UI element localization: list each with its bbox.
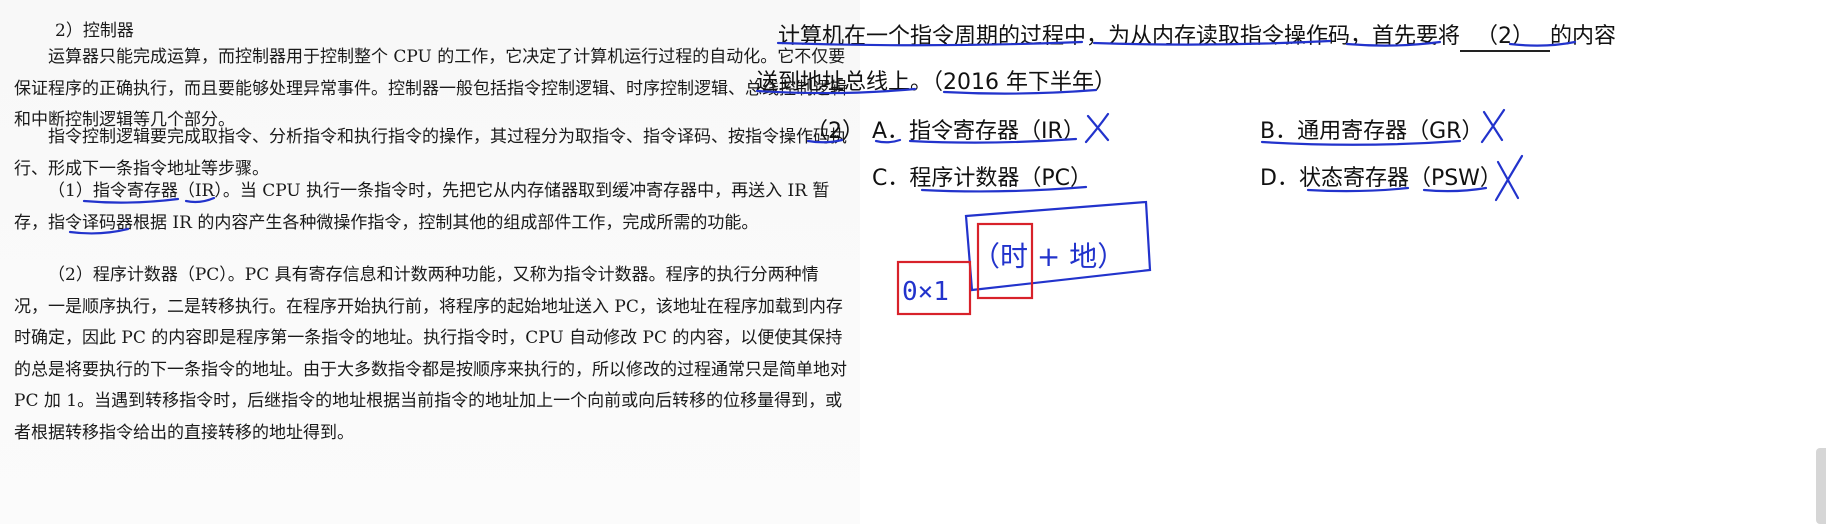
option-c: C．程序计数器（PC） bbox=[872, 166, 1092, 191]
question-blank: （2） bbox=[1460, 18, 1551, 52]
question-stem-start: 计算机在一个指令周期的过程中，为从内存读取指令操作码，首先要将 bbox=[778, 24, 1461, 49]
question-stem-end: 的内容 bbox=[1550, 24, 1617, 49]
question-line-1: 计算机在一个指令周期的过程中，为从内存读取指令操作码，首先要将 （2） 的内容 bbox=[778, 18, 1616, 52]
exam-question-panel: 计算机在一个指令周期的过程中，为从内存读取指令操作码，首先要将 （2） 的内容 送到… bbox=[756, 0, 1826, 524]
paragraph-pc: （2）程序计数器（PC）。PC 具有寄存信息和计数两种功能，又称为指令计数器。程… bbox=[14, 265, 847, 443]
question-number: （2） bbox=[806, 119, 864, 144]
textbook-page: 2）控制器 运算器只能完成运算，而控制器用于控制整个 CPU 的工作，它决定了计… bbox=[0, 0, 860, 524]
paragraph-ir: （1）指令寄存器（IR）。当 CPU 执行一条指令时，先把它从内存储器取到缓冲寄… bbox=[14, 181, 830, 233]
option-a: A．指令寄存器（IR） bbox=[872, 119, 1085, 144]
scrollbar-thumb[interactable] bbox=[1816, 448, 1826, 524]
option-b: B．通用寄存器（GR） bbox=[1260, 119, 1484, 144]
question-line-2: 送到地址总线上。（2016 年下半年） bbox=[756, 70, 1116, 95]
option-d: D．状态寄存器（PSW） bbox=[1260, 166, 1502, 191]
